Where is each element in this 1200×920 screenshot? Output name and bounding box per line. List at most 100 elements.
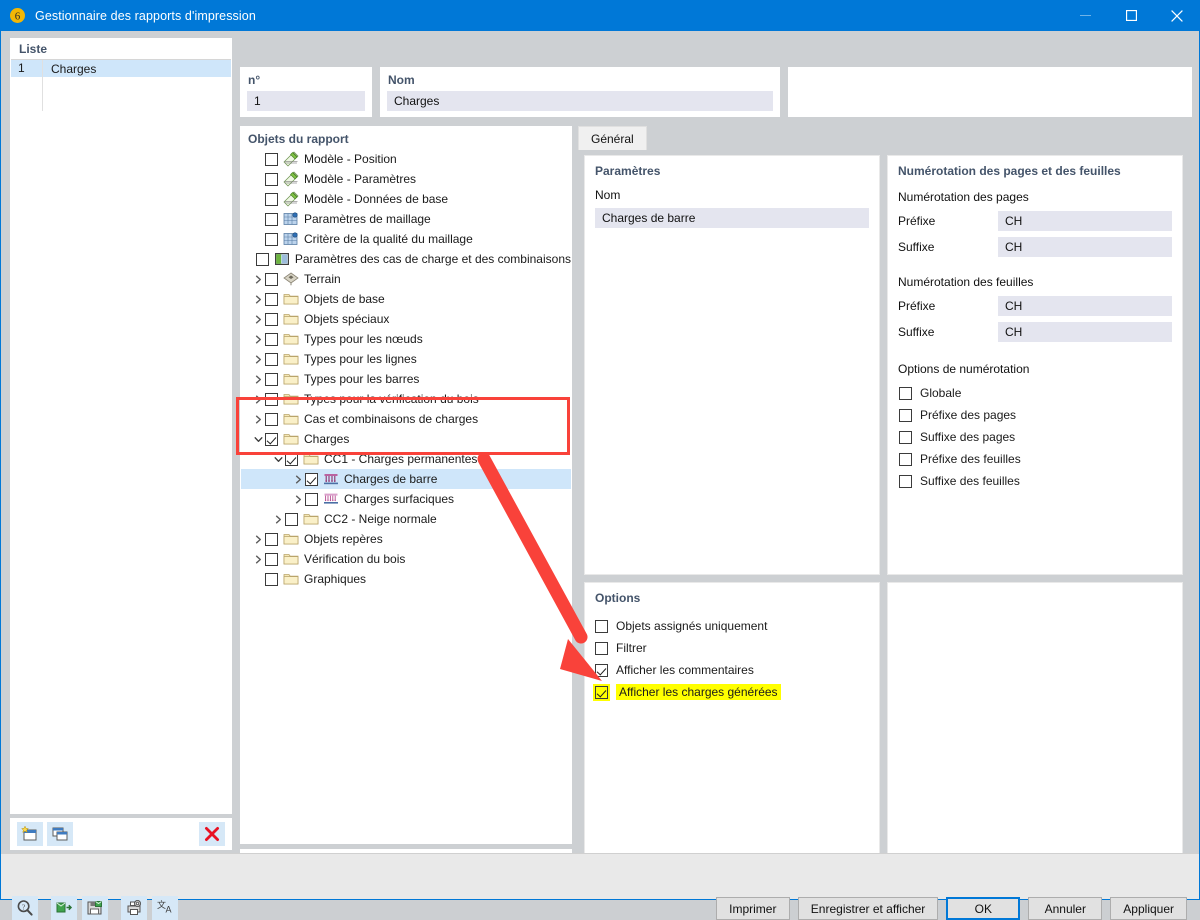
new-report-button[interactable] [17,822,43,846]
tree-item-checkbox[interactable] [265,153,278,166]
tab-general[interactable]: Général [578,126,647,150]
numbering-option-row[interactable]: Globale [899,382,1182,404]
tree-item[interactable]: Types pour les nœuds [241,329,571,349]
tree-item[interactable]: Charges de barre [241,469,571,489]
chevron-right-icon[interactable] [251,329,265,349]
tree-item-checkbox[interactable] [265,573,278,586]
tree-item[interactable]: Vérification du bois [241,549,571,569]
pages-prefix-input[interactable]: CH [998,211,1172,231]
tree-item[interactable]: Modèle - Position [241,149,571,169]
tree-item-checkbox[interactable] [265,413,278,426]
tree-item-checkbox[interactable] [265,213,278,226]
tree-item[interactable]: Critère de la qualité du maillage [241,229,571,249]
tree-item-checkbox[interactable] [285,453,298,466]
cancel-button[interactable]: Annuler [1028,897,1102,920]
svg-text:?: ? [22,902,26,911]
tree-item-checkbox[interactable] [265,533,278,546]
tree-item-checkbox[interactable] [265,313,278,326]
chevron-right-icon[interactable] [251,549,265,569]
tree-item-checkbox[interactable] [265,393,278,406]
tree-item-checkbox[interactable] [285,513,298,526]
tree-item[interactable]: Types pour la vérification du bois [241,389,571,409]
option-checkbox[interactable] [595,664,608,677]
save-and-show-button[interactable]: Enregistrer et afficher [798,897,939,920]
tree-item[interactable]: Modèle - Paramètres [241,169,571,189]
tree-item-checkbox[interactable] [265,553,278,566]
tree-item-checkbox[interactable] [305,493,318,506]
chevron-right-icon[interactable] [291,489,305,509]
option-row[interactable]: Objets assignés uniquement [595,615,879,637]
option-checkbox[interactable] [595,642,608,655]
tree-item[interactable]: Objets spéciaux [241,309,571,329]
option-checkbox[interactable] [595,686,608,699]
chevron-right-icon[interactable] [251,309,265,329]
tree-item[interactable]: Types pour les lignes [241,349,571,369]
tree-item[interactable]: Paramètres de maillage [241,209,571,229]
tree-item[interactable]: Paramètres des cas de charge et des comb… [241,249,571,269]
tree-item[interactable]: Objets de base [241,289,571,309]
maximize-icon[interactable] [1108,0,1154,31]
minimize-icon[interactable] [1062,0,1108,31]
tree-item-checkbox[interactable] [265,273,278,286]
ok-button[interactable]: OK [946,897,1020,920]
tree-item-checkbox[interactable] [265,173,278,186]
sheets-suffix-input[interactable]: CH [998,322,1172,342]
chevron-right-icon[interactable] [251,349,265,369]
apply-button[interactable]: Appliquer [1110,897,1187,920]
report-objects-tree[interactable]: Modèle - PositionModèle - ParamètresModè… [241,149,571,589]
option-row[interactable]: Afficher les charges générées [595,681,879,703]
tree-item[interactable]: Cas et combinaisons de charges [241,409,571,429]
tree-item[interactable]: Charges [241,429,571,449]
report-number-input[interactable]: 1 [247,91,365,111]
report-name-input[interactable]: Charges [387,91,773,111]
sheets-prefix-input[interactable]: CH [998,296,1172,316]
tree-item[interactable]: Objets repères [241,529,571,549]
chevron-right-icon[interactable] [271,509,285,529]
copy-report-button[interactable] [47,822,73,846]
print-button[interactable]: Imprimer [716,897,790,920]
tree-item[interactable]: CC2 - Neige normale [241,509,571,529]
tree-item-checkbox[interactable] [256,253,269,266]
numbering-option-checkbox[interactable] [899,409,912,422]
tree-item-checkbox[interactable] [305,473,318,486]
option-row[interactable]: Filtrer [595,637,879,659]
numbering-option-row[interactable]: Suffixe des feuilles [899,470,1182,492]
numbering-option-checkbox[interactable] [899,431,912,444]
tree-item[interactable]: Graphiques [241,569,571,589]
option-row[interactable]: Afficher les commentaires [595,659,879,681]
tree-item-checkbox[interactable] [265,233,278,246]
parameters-name-input[interactable]: Charges de barre [595,208,869,228]
close-icon[interactable] [1154,0,1200,31]
tree-item[interactable]: Types pour les barres [241,369,571,389]
folder-icon [283,351,299,367]
chevron-right-icon[interactable] [291,469,305,489]
tree-item-checkbox[interactable] [265,373,278,386]
numbering-option-checkbox[interactable] [899,387,912,400]
chevron-down-icon[interactable] [271,449,285,469]
chevron-right-icon[interactable] [251,269,265,289]
tree-item[interactable]: Modèle - Données de base [241,189,571,209]
tree-item[interactable]: Terrain [241,269,571,289]
numbering-option-row[interactable]: Suffixe des pages [899,426,1182,448]
chevron-right-icon[interactable] [251,289,265,309]
tree-item-checkbox[interactable] [265,293,278,306]
chevron-down-icon[interactable] [251,429,265,449]
numbering-option-checkbox[interactable] [899,475,912,488]
numbering-option-checkbox[interactable] [899,453,912,466]
list-item[interactable]: 1 Charges [11,60,231,77]
tree-item-checkbox[interactable] [265,353,278,366]
tree-item-checkbox[interactable] [265,333,278,346]
chevron-right-icon[interactable] [251,409,265,429]
numbering-option-row[interactable]: Préfixe des pages [899,404,1182,426]
tree-item[interactable]: Charges surfaciques [241,489,571,509]
tree-item-checkbox[interactable] [265,433,278,446]
delete-report-button[interactable] [199,822,225,846]
tree-item-checkbox[interactable] [265,193,278,206]
pages-suffix-input[interactable]: CH [998,237,1172,257]
chevron-right-icon[interactable] [251,369,265,389]
chevron-right-icon[interactable] [251,529,265,549]
tree-item[interactable]: CC1 - Charges permanentes [241,449,571,469]
chevron-right-icon[interactable] [251,389,265,409]
option-checkbox[interactable] [595,620,608,633]
numbering-option-row[interactable]: Préfixe des feuilles [899,448,1182,470]
